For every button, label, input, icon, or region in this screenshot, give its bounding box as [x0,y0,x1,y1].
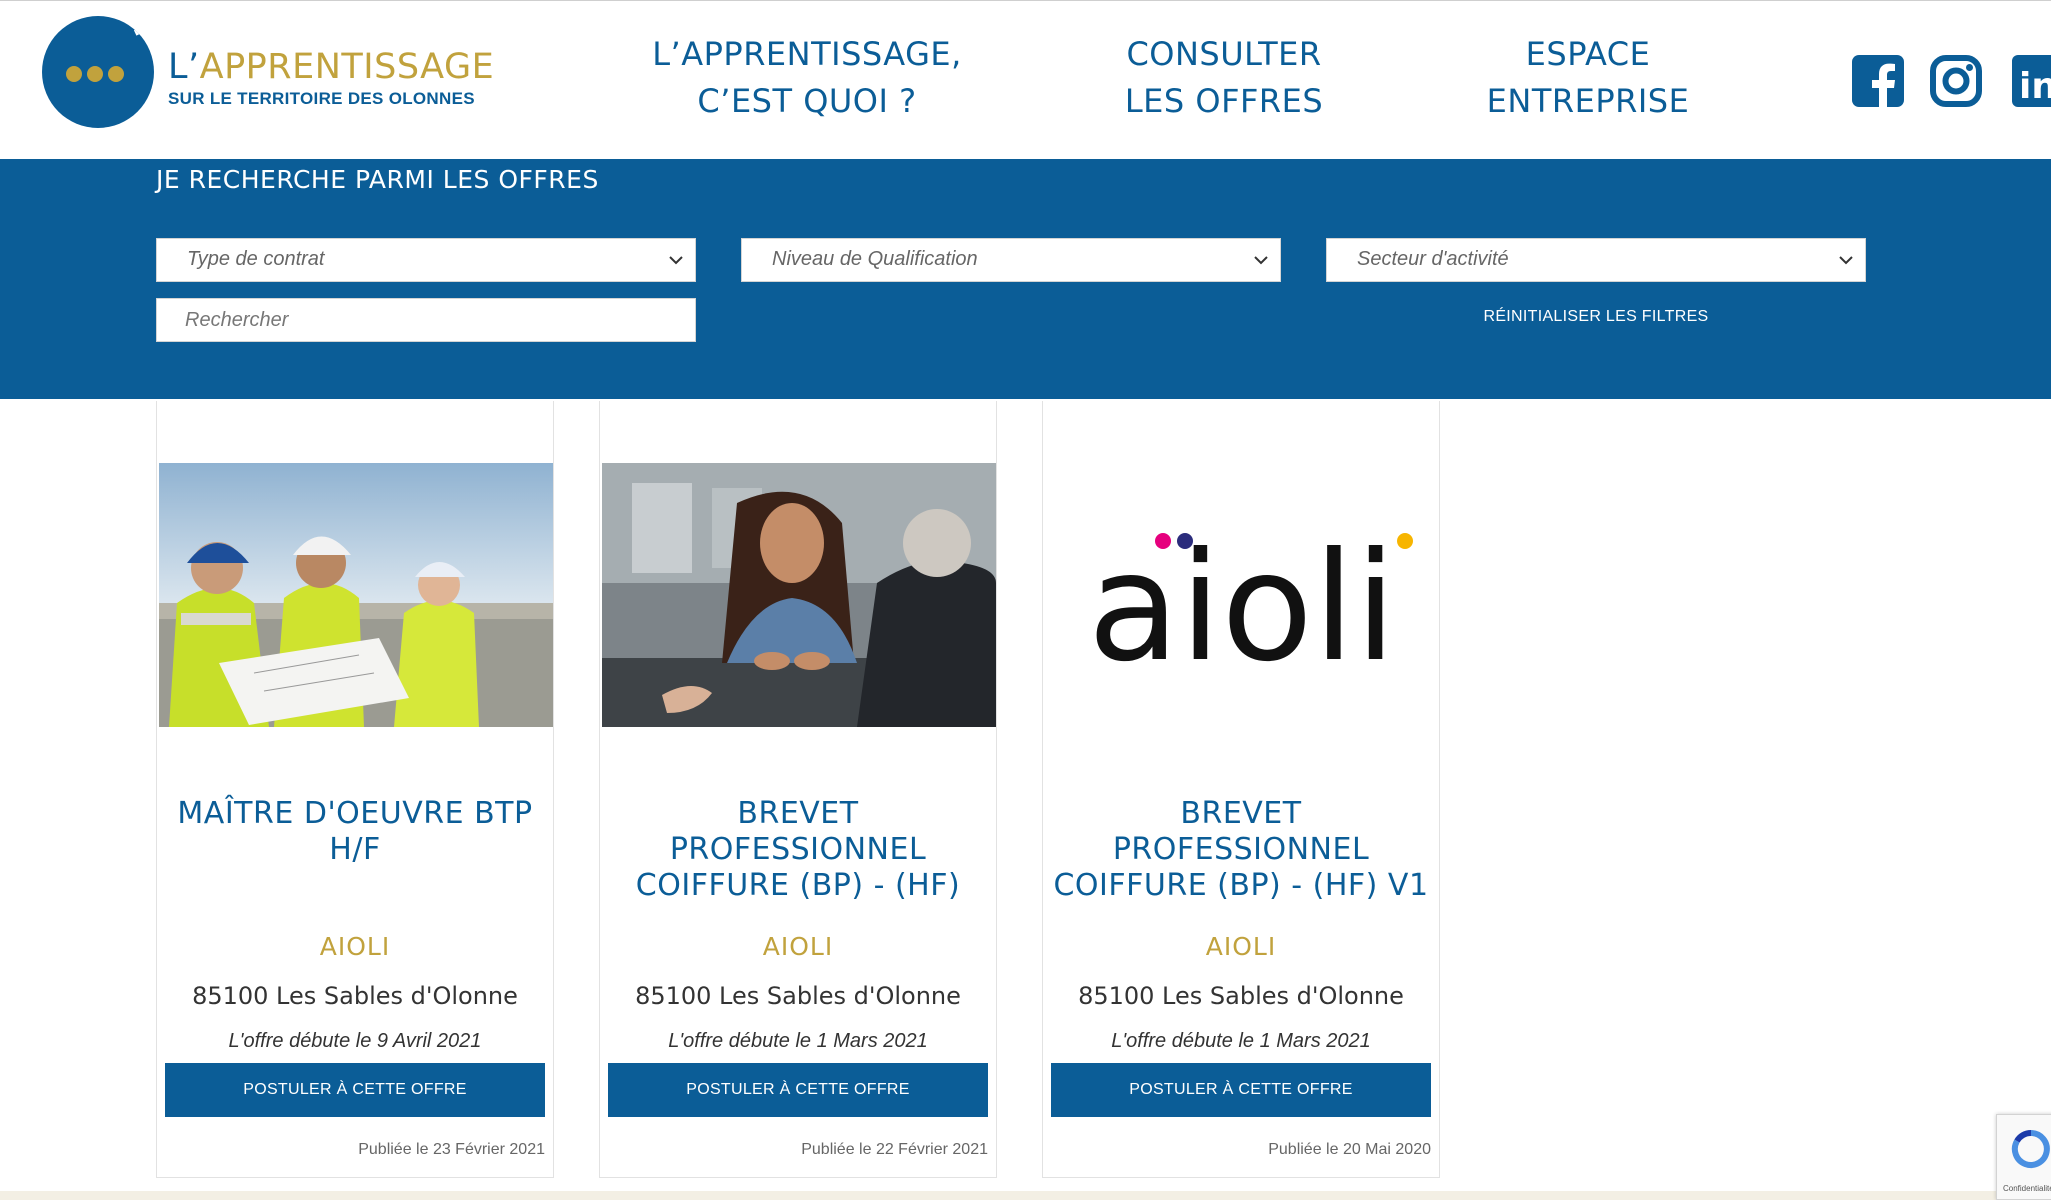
nav-label-line1: CONSULTER [1126,35,1322,73]
offer-location: 85100 Les Sables d'Olonne [192,982,518,1010]
offer-company[interactable]: AIOLI [1043,932,1439,961]
nav-label-line1: ESPACE [1525,35,1651,73]
site-subtitle: SUR LE TERRITOIRE DES OLONNES [168,89,475,108]
apply-button[interactable]: POSTULER À CETTE OFFRE [165,1063,545,1117]
offer-published-date: Publiée le 23 Février 2021 [358,1141,545,1158]
offer-card: aioli BREVET PROFESSIONNEL COIFFURE (BP)… [1042,401,1440,1178]
offer-title[interactable]: BREVET PROFESSIONNEL COIFFURE (BP) - (HF… [1053,796,1429,904]
nav-label-line2: LES OFFRES [1124,82,1324,120]
offer-start-date: L'offre débute le 1 Mars 2021 [1111,1030,1371,1052]
facebook-icon[interactable] [1852,55,1904,107]
offer-location: 85100 Les Sables d'Olonne [635,982,961,1010]
offer-company[interactable]: AIOLI [600,932,996,961]
offer-card: MAÎTRE D'OEUVRE BTP H/F AIOLI 85100 Les … [156,401,554,1178]
offer-company[interactable]: AIOLI [157,932,553,961]
reset-filters-link[interactable]: RÉINITIALISER LES FILTRES [1326,308,1866,326]
contract-type-select[interactable]: Type de contrat [156,238,696,282]
recaptcha-label: Confidentialité [2003,1184,2051,1193]
search-input[interactable] [156,298,696,342]
nav-espace-entreprise[interactable]: ESPACE ENTREPRISE [1474,31,1702,125]
offer-start-date: L'offre débute le 1 Mars 2021 [668,1030,928,1052]
chevron-down-icon [1254,256,1268,265]
offer-location: 85100 Les Sables d'Olonne [1078,982,1404,1010]
aioli-logo[interactable]: aioli [1045,463,1439,727]
apply-button[interactable]: POSTULER À CETTE OFFRE [1051,1063,1431,1117]
site-title-main: APPRENTISSAGE [199,47,495,87]
linkedin-icon-text: in [2019,66,2051,107]
filter-heading: JE RECHERCHE PARMI LES OFFRES [156,165,599,194]
sector-select[interactable]: Secteur d'activité [1326,238,1866,282]
footer-strip [0,1191,2051,1200]
logo-dot [87,66,103,82]
chevron-down-icon [1839,256,1853,265]
qualification-select[interactable]: Niveau de Qualification [741,238,1281,282]
offer-image-interview[interactable] [602,463,996,727]
instagram-icon[interactable] [1930,55,1982,107]
site-logo[interactable] [42,16,154,128]
site-title[interactable]: L’APPRENTISSAGE [168,47,494,87]
site-header: L’APPRENTISSAGE SUR LE TERRITOIRE DES OL… [0,0,2051,160]
nav-consulter-offres[interactable]: CONSULTER LES OFFRES [1110,31,1338,125]
chevron-down-icon [669,256,683,265]
offer-start-date: L'offre débute le 9 Avril 2021 [228,1030,482,1052]
nav-apprentissage[interactable]: L’APPRENTISSAGE, C’EST QUOI ? [650,31,964,125]
offer-title[interactable]: MAÎTRE D'OEUVRE BTP H/F [167,796,543,868]
offer-published-date: Publiée le 20 Mai 2020 [1268,1141,1431,1158]
offer-card: BREVET PROFESSIONNEL COIFFURE (BP) - (HF… [599,401,997,1178]
logo-dot [66,66,82,82]
logo-dot [108,66,124,82]
nav-label-line1: L’APPRENTISSAGE, [652,35,962,73]
linkedin-icon[interactable]: in [2012,55,2051,107]
site-title-prefix: L’ [168,47,200,87]
apply-button[interactable]: POSTULER À CETTE OFFRE [608,1063,988,1117]
nav-label-line2: C’EST QUOI ? [697,82,917,120]
aioli-logo-text: aioli [1088,521,1397,695]
offer-title[interactable]: BREVET PROFESSIONNEL COIFFURE (BP) - (HF… [610,796,986,904]
recaptcha-icon [2011,1129,2050,1168]
recaptcha-badge[interactable]: Confidentialité [1996,1114,2051,1200]
offer-image-construction[interactable] [159,463,553,727]
sector-value: Secteur d'activité [1357,248,1509,270]
offer-published-date: Publiée le 22 Février 2021 [801,1141,988,1158]
nav-label-line2: ENTREPRISE [1486,82,1690,120]
contract-type-value: Type de contrat [187,248,325,270]
qualification-value: Niveau de Qualification [772,248,978,270]
